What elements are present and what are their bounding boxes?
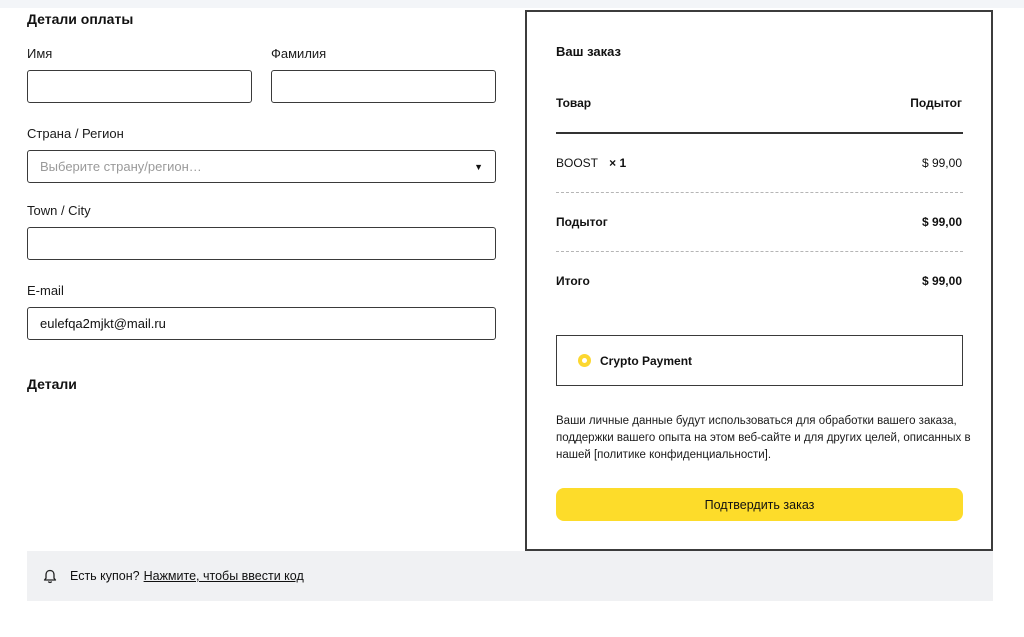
payment-method-option[interactable]: Crypto Payment (556, 335, 963, 386)
last-name-field[interactable] (271, 70, 496, 103)
privacy-notice: Ваши личные данные будут использоваться … (556, 415, 971, 461)
coupon-link[interactable]: Нажмите, чтобы ввести код (144, 569, 304, 583)
payment-method-label: Crypto Payment (600, 353, 693, 368)
order-title: Ваш заказ (556, 44, 621, 59)
col-subtotal-header: Подытог (910, 96, 962, 110)
coupon-text: Есть купон? (70, 569, 140, 583)
billing-title: Детали оплаты (27, 11, 134, 27)
order-summary: Ваш заказ Товар Подытог BOOST × 1 $ 99,0… (525, 10, 993, 551)
email-label: E-mail (27, 283, 64, 298)
last-name-label: Фамилия (271, 46, 327, 61)
subtotal-value: $ 99,00 (921, 215, 962, 229)
radio-selected-icon[interactable] (578, 354, 591, 367)
town-label: Town / City (27, 203, 91, 218)
item-qty: × 1 (609, 156, 627, 170)
col-product-header: Товар (556, 96, 592, 110)
total-label: Итого (556, 274, 590, 288)
subtotal-label: Подытог (556, 215, 608, 229)
coupon-bar: Есть купон? Нажмите, чтобы ввести код (27, 551, 993, 601)
confirm-order-button[interactable]: Подтвердить заказ (556, 488, 963, 521)
details-title: Детали (27, 376, 77, 392)
caret-down-icon: ▼ (474, 161, 483, 172)
item-name: BOOST (556, 156, 598, 170)
item-price: $ 99,00 (921, 156, 962, 170)
subtotal-divider (556, 251, 963, 252)
total-value: $ 99,00 (921, 274, 962, 288)
country-select[interactable]: Выберите страну/регион… ▼ (27, 150, 496, 183)
country-label: Страна / Регион (27, 126, 124, 141)
item-divider (556, 192, 963, 193)
country-placeholder: Выберите страну/регион… (40, 159, 202, 174)
town-field[interactable] (27, 227, 496, 260)
order-item: BOOST × 1 (556, 156, 626, 170)
header-divider (556, 132, 963, 134)
email-field[interactable]: eulefqa2mjkt@mail.ru (27, 307, 496, 340)
top-strip (0, 0, 1024, 8)
bell-icon (43, 569, 57, 584)
first-name-label: Имя (27, 46, 53, 61)
first-name-field[interactable] (27, 70, 252, 103)
